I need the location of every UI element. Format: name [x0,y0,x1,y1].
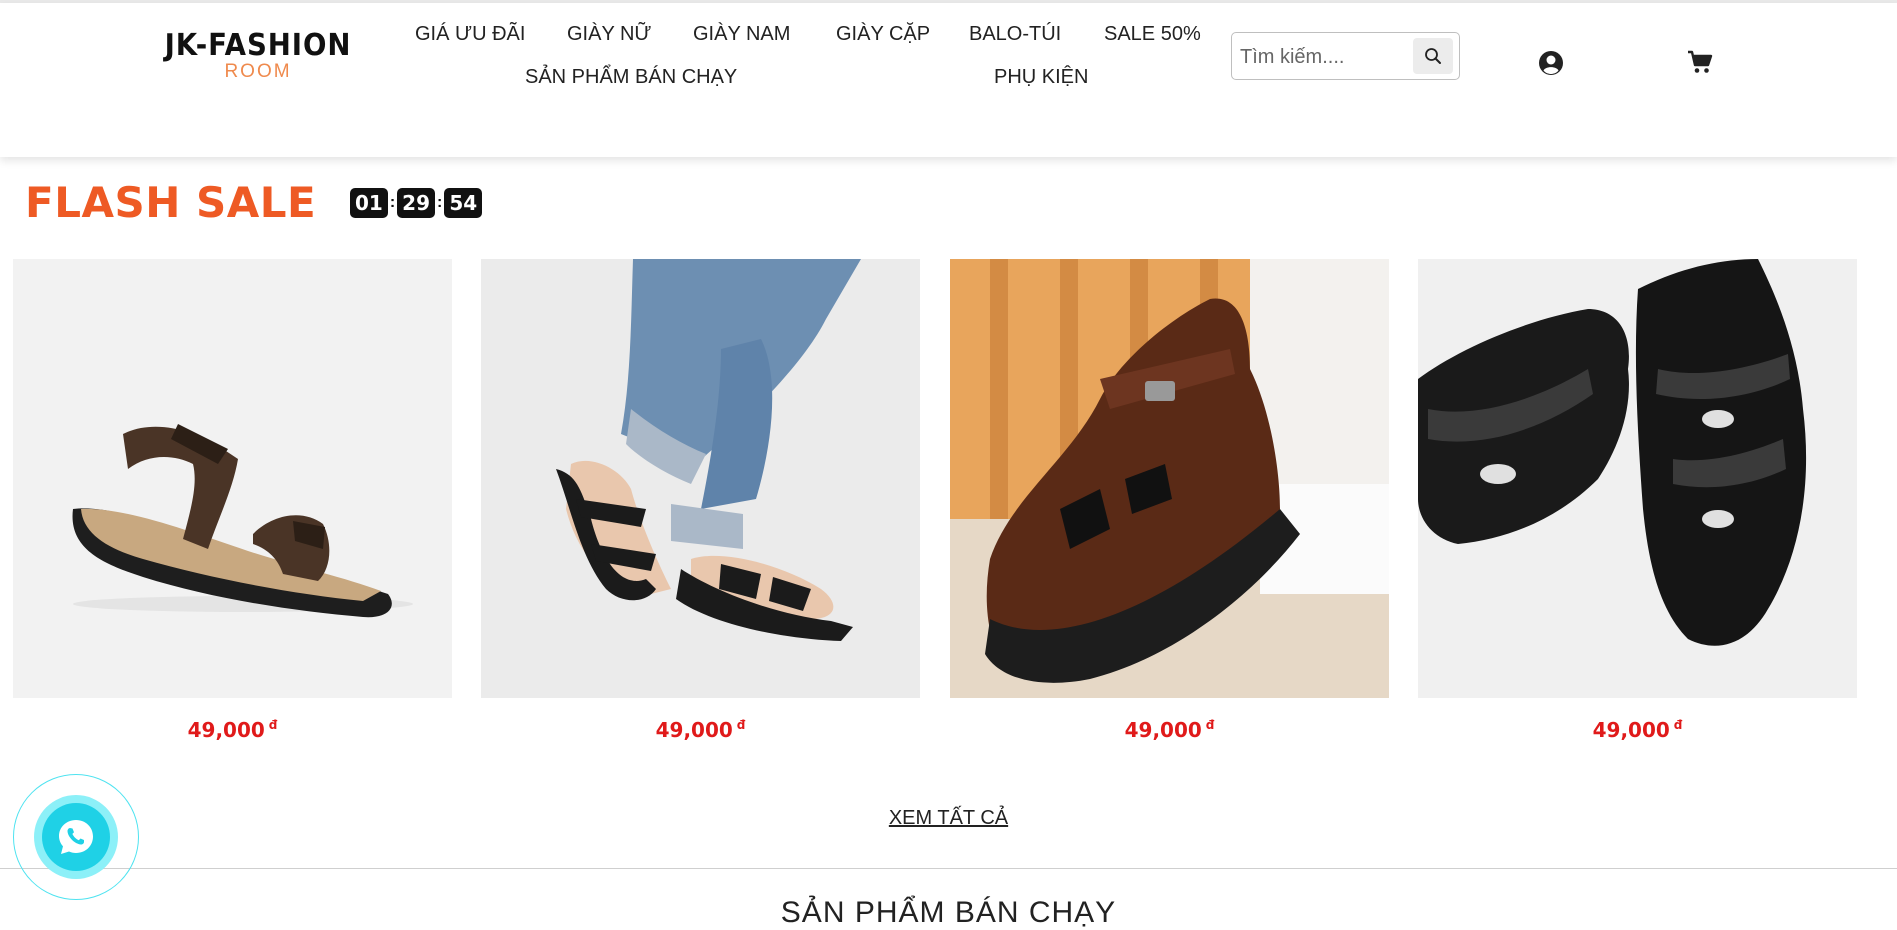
search-button[interactable] [1413,38,1453,74]
nav-sale-50[interactable]: SALE 50% [1104,23,1201,46]
nav-san-pham-ban-chay[interactable]: SẢN PHẨM BÁN CHẠY [525,66,737,89]
product-price: 49,000 đ [481,718,920,742]
nav-giay-nu[interactable]: GIÀY NỮ [567,23,652,46]
product-image[interactable] [950,259,1389,698]
nav-giay-cap[interactable]: GIÀY CẶP [836,23,930,46]
cart-icon[interactable] [1687,49,1713,75]
search-box [1231,32,1460,80]
site-logo[interactable]: JK-FASHION ROOM [148,29,368,83]
countdown-separator: : [437,194,443,211]
product-image[interactable] [481,259,920,698]
nav-phu-kien[interactable]: PHỤ KIỆN [994,66,1088,89]
currency-symbol: đ [268,718,278,733]
product-card[interactable]: 49,000 đ [950,259,1389,742]
nav-giay-nam[interactable]: GIÀY NAM [693,23,790,46]
price-value: 49,000 [187,718,265,742]
product-card[interactable]: 49,000 đ [13,259,452,742]
countdown-separator: : [389,194,396,211]
product-price: 49,000 đ [950,718,1389,742]
see-all-link[interactable]: XEM TẤT CẢ [0,807,1897,830]
product-price: 49,000 đ [1418,718,1857,742]
logo-main-text: JK-FASHION [164,28,352,63]
search-icon [1425,48,1441,64]
logo-sub-text: ROOM [224,61,292,82]
chat-button[interactable] [42,803,110,871]
user-circle-icon[interactable] [1538,50,1564,76]
section-divider [0,868,1897,869]
price-value: 49,000 [1592,718,1670,742]
flash-sale-title: FLASH SALE [25,178,317,227]
chat-widget[interactable] [13,774,139,900]
product-image[interactable] [1418,259,1857,698]
price-value: 49,000 [1124,718,1202,742]
countdown-hours: 01 [350,188,388,218]
best-sellers-section-title: SẢN PHẨM BÁN CHẠY [780,896,1117,929]
currency-symbol: đ [736,718,746,733]
product-image[interactable] [13,259,452,698]
site-header: JK-FASHION ROOM GIÁ ƯU ĐÃI GIÀY NỮ GIÀY … [0,3,1897,157]
product-card[interactable]: 49,000 đ [481,259,920,742]
product-price: 49,000 đ [13,718,452,742]
price-value: 49,000 [655,718,733,742]
countdown-timer: 01 : 29 : 54 [350,188,483,218]
countdown-minutes: 29 [397,188,436,218]
countdown-seconds: 54 [444,188,483,218]
currency-symbol: đ [1673,718,1683,733]
currency-symbol: đ [1205,718,1215,733]
search-input[interactable] [1238,41,1407,73]
phone-chat-icon [59,820,93,854]
product-card[interactable]: 49,000 đ [1418,259,1857,742]
nav-gia-uu-dai[interactable]: GIÁ ƯU ĐÃI [415,23,525,46]
nav-balo-tui[interactable]: BALO-TÚI [969,23,1061,46]
